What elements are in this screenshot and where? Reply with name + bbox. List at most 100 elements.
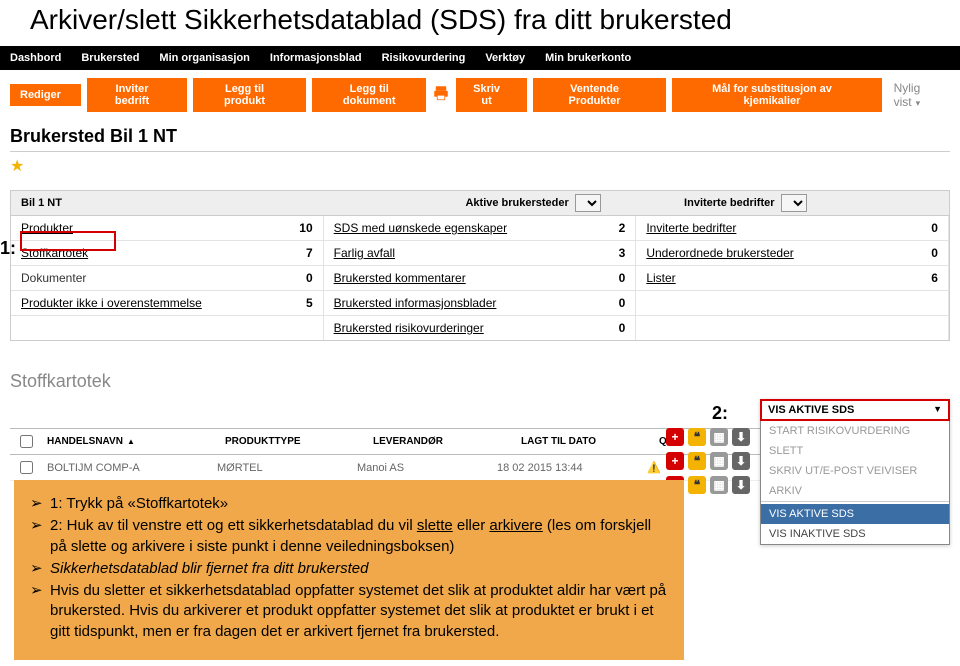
summary-cell[interactable]: Brukersted risikovurderinger0	[324, 315, 637, 340]
chevron-down-icon: ▾	[916, 98, 921, 108]
download-icon[interactable]: ⬇	[732, 428, 750, 446]
mal-substitusjon-button[interactable]: Mål for substitusjon av kjemikalier	[672, 78, 881, 112]
summary-cell-label[interactable]: Produkter ikke i overenstemmelse	[21, 296, 202, 310]
menu-verktoy[interactable]: Verktøy	[475, 46, 535, 70]
divider	[10, 151, 950, 152]
callout-line-2: 2: Huk av til venstre ett og ett sikkerh…	[30, 516, 668, 557]
callout-line-1: 1: Trykk på «Stoffkartotek»	[30, 494, 668, 514]
aktive-brukersteder-select[interactable]	[575, 194, 601, 212]
grid-icon[interactable]: ▦	[710, 476, 728, 494]
menu-informasjonsblad[interactable]: Informasjonsblad	[260, 46, 372, 70]
summary-cell[interactable]: Stoffkartotek 7	[11, 240, 324, 265]
dd-skriv-ut[interactable]: SKRIV UT/E-POST VEIVISER	[761, 461, 949, 481]
summary-cell-label[interactable]: Produkter	[21, 221, 73, 235]
comment-icon[interactable]: ❝	[688, 476, 706, 494]
menu-risikovurdering[interactable]: Risikovurdering	[372, 46, 476, 70]
summary-cell-label[interactable]: Farlig avfall	[334, 246, 395, 260]
menu-brukersted[interactable]: Brukersted	[71, 46, 149, 70]
grid-icon[interactable]: ▦	[710, 428, 728, 446]
sds-filter-dropdown[interactable]: VIS AKTIVE SDS▼ START RISIKOVURDERING SL…	[760, 399, 950, 545]
summary-cell[interactable]: Lister 6	[636, 265, 949, 290]
annotation-marker-2: 2:	[712, 403, 728, 424]
summary-cell-label[interactable]: Brukersted kommentarer	[334, 271, 466, 285]
summary-cell-label[interactable]: Stoffkartotek	[21, 246, 88, 260]
summary-cell-label[interactable]: Underordnede brukersteder	[646, 246, 793, 260]
summary-cell-value: 0	[619, 296, 626, 310]
summary-cell[interactable]: Produkter ikke i overenstemmelse 5	[11, 290, 324, 315]
summary-cell[interactable]: Underordnede brukersteder 0	[636, 240, 949, 265]
summary-cell-label[interactable]: Inviterte bedrifter	[646, 221, 736, 235]
select-all-checkbox[interactable]	[20, 435, 33, 448]
action-toolbar: Rediger Inviter bedrift Legg til produkt…	[0, 70, 960, 120]
summary-cell	[11, 315, 324, 340]
add-icon[interactable]: +	[666, 452, 684, 470]
summary-cell[interactable]: Brukersted informasjonsblader 0	[324, 290, 637, 315]
col-leverandor[interactable]: LEVERANDØR	[373, 436, 513, 447]
nylig-vist-link[interactable]: Nylig vist▾	[894, 81, 950, 109]
sds-filter-selected[interactable]: VIS AKTIVE SDS▼	[760, 399, 950, 421]
skriv-ut-button[interactable]: Skriv ut	[456, 78, 526, 112]
legg-til-dokument-button[interactable]: Legg til dokument	[312, 78, 426, 112]
cell-lagt-til-dato: 18 02 2015 13:44	[497, 462, 627, 474]
summary-grid: Produkter10SDS med uønskede egenskaper2I…	[11, 216, 949, 340]
grid-icon[interactable]: ▦	[710, 452, 728, 470]
cell-leverandor: Manoi AS	[357, 462, 497, 474]
download-icon[interactable]: ⬇	[732, 452, 750, 470]
hazard-icon: ⚠️	[647, 461, 661, 474]
col-lagt-til-dato[interactable]: LAGT TIL DATO	[521, 436, 651, 447]
col-handelsnavn[interactable]: HANDELSNAVN▲	[47, 436, 217, 447]
dd-vis-aktive[interactable]: VIS AKTIVE SDS	[761, 504, 949, 524]
panel-header-label: Bil 1 NT	[11, 191, 72, 215]
summary-cell: Dokumenter 0	[11, 265, 324, 290]
callout-line-4: Hvis du sletter et sikkerhetsdatablad op…	[30, 581, 668, 642]
row-checkbox[interactable]	[20, 461, 33, 474]
summary-cell-value: 5	[306, 296, 313, 310]
comment-icon[interactable]: ❝	[688, 428, 706, 446]
dd-start-risk[interactable]: START RISIKOVURDERING	[761, 421, 949, 441]
cell-produkttype: MØRTEL	[217, 462, 357, 474]
summary-cell[interactable]: SDS med uønskede egenskaper2	[324, 216, 637, 240]
menu-min-organisasjon[interactable]: Min organisasjon	[149, 46, 259, 70]
summary-cell-value: 0	[306, 271, 313, 285]
dd-arkiv[interactable]: ARKIV	[761, 481, 949, 501]
rediger-button[interactable]: Rediger	[10, 84, 81, 106]
summary-cell-value: 7	[306, 246, 313, 260]
summary-cell[interactable]: Brukersted kommentarer 0	[324, 265, 637, 290]
callout-line-3: Sikkerhetsdatablad blir fjernet fra ditt…	[30, 559, 668, 579]
row-action-icons: + ❝ ▦ ⬇	[666, 428, 750, 446]
summary-cell-label[interactable]: Lister	[646, 271, 675, 285]
inviter-bedrift-button[interactable]: Inviter bedrift	[87, 78, 187, 112]
summary-cell-label[interactable]: Brukersted risikovurderinger	[334, 321, 484, 335]
summary-cell-value: 10	[299, 221, 312, 235]
inviterte-bedrifter-select[interactable]	[781, 194, 807, 212]
main-menubar: Dashbord Brukersted Min organisasjon Inf…	[0, 46, 960, 70]
summary-cell-value: 0	[931, 246, 938, 260]
menu-dashbord[interactable]: Dashbord	[0, 46, 71, 70]
chevron-down-icon: ▼	[933, 404, 942, 416]
favorite-star-icon[interactable]: ★	[0, 154, 960, 182]
summary-cell-label[interactable]: Brukersted informasjonsblader	[334, 296, 497, 310]
summary-cell-label: Dokumenter	[21, 271, 86, 285]
download-icon[interactable]: ⬇	[732, 476, 750, 494]
print-icon[interactable]	[432, 84, 450, 107]
brukersted-heading: Brukersted Bil 1 NT	[0, 120, 960, 151]
col-produkttype[interactable]: PRODUKTTYPE	[225, 436, 365, 447]
summary-cell-label[interactable]: SDS med uønskede egenskaper	[334, 221, 507, 235]
dd-vis-inaktive[interactable]: VIS INAKTIVE SDS	[761, 524, 949, 544]
menu-min-brukerkonto[interactable]: Min brukerkonto	[535, 46, 641, 70]
summary-cell-value: 0	[931, 221, 938, 235]
summary-cell[interactable]: Inviterte bedrifter 0	[636, 216, 949, 240]
summary-cell[interactable]: Produkter 10	[11, 216, 324, 240]
summary-cell	[636, 290, 949, 315]
sort-asc-icon: ▲	[127, 437, 135, 446]
legg-til-produkt-button[interactable]: Legg til produkt	[193, 78, 306, 112]
summary-cell-value: 0	[619, 271, 626, 285]
page-title: Arkiver/slett Sikkerhetsdatablad (SDS) f…	[0, 0, 960, 46]
comment-icon[interactable]: ❝	[688, 452, 706, 470]
summary-cell[interactable]: Farlig avfall 3	[324, 240, 637, 265]
summary-cell-value: 3	[619, 246, 626, 260]
ventende-produkter-button[interactable]: Ventende Produkter	[533, 78, 667, 112]
summary-cell-value: 6	[931, 271, 938, 285]
add-icon[interactable]: +	[666, 428, 684, 446]
dd-slett[interactable]: SLETT	[761, 441, 949, 461]
